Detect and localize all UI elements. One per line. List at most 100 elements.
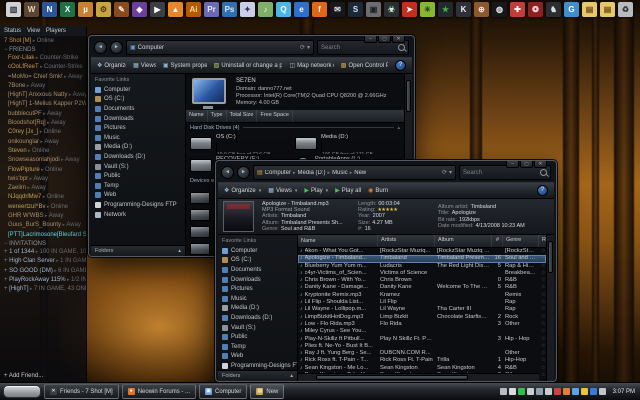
file-row[interactable]: LimpBizkitHotDog.mp3 Limp Bizkit Chocola… bbox=[298, 314, 546, 321]
refresh-icon[interactable]: ⟳ bbox=[300, 44, 305, 51]
minimize-button[interactable]: – bbox=[506, 161, 519, 168]
server-row[interactable]: High Clan Server1 IN GAME, 1/2... bbox=[0, 257, 86, 266]
desktop-icon[interactable]: ▥ bbox=[6, 2, 21, 17]
back-button[interactable]: ◄ bbox=[221, 166, 234, 179]
file-rating-star-icon[interactable] bbox=[539, 299, 546, 306]
file-row[interactable]: Blueberry Yum Yum m... Ludacris The Red … bbox=[298, 263, 546, 270]
task-button[interactable]: ▣ Computer bbox=[199, 384, 247, 399]
favorite-link[interactable]: OS (C:) bbox=[95, 95, 185, 105]
column-header[interactable]: Type bbox=[208, 110, 227, 122]
tray-icon[interactable] bbox=[563, 388, 570, 395]
device-drive-icon[interactable] bbox=[190, 243, 210, 255]
forward-button[interactable]: ► bbox=[110, 41, 123, 54]
buddy-row[interactable]: SnowseasonlahjodiAway bbox=[0, 156, 86, 165]
desktop-icon[interactable]: N bbox=[42, 2, 57, 17]
favorite-link[interactable]: Web bbox=[222, 352, 297, 362]
help-icon[interactable]: ? bbox=[395, 60, 406, 71]
desktop-icon[interactable]: X bbox=[60, 2, 75, 17]
hdd-group-header[interactable]: Hard Disk Drives (4) bbox=[186, 123, 404, 132]
favorite-link[interactable]: Downloads (D:) bbox=[222, 313, 297, 323]
favorite-link[interactable]: Pictures bbox=[95, 123, 185, 133]
file-rating-star-icon[interactable] bbox=[539, 255, 546, 262]
toolbar-button[interactable]: ❖ Organize bbox=[224, 187, 261, 194]
favorite-link[interactable]: Downloads (D:) bbox=[95, 152, 185, 162]
desktop-icon[interactable]: ☣ bbox=[384, 2, 399, 17]
favorite-link[interactable]: Media (D:) bbox=[222, 304, 297, 314]
maximize-button[interactable]: ▢ bbox=[378, 36, 391, 43]
file-rating-star-icon[interactable] bbox=[539, 292, 546, 299]
file-rating-star-icon[interactable] bbox=[539, 372, 546, 379]
file-row[interactable]: Miley Cyrus - See You... bbox=[298, 328, 546, 335]
start-button[interactable] bbox=[3, 385, 41, 398]
breadcrumb[interactable]: ▣ Computer ⟳ ▾ bbox=[126, 40, 314, 55]
toolbar-button[interactable]: ▶ Play all bbox=[335, 187, 361, 194]
toolbar-button[interactable]: ◫ Map network drive bbox=[289, 62, 333, 69]
desktop-icon[interactable]: f bbox=[312, 2, 327, 17]
desktop-icon[interactable]: e bbox=[294, 2, 309, 17]
file-row[interactable]: Chris Brown - With Yo... Chris Brown 0 R… bbox=[298, 277, 546, 284]
favorite-link[interactable]: Web bbox=[95, 191, 185, 201]
friends-group-header[interactable]: FRIENDS bbox=[0, 46, 86, 54]
desktop-icon[interactable]: ▲ bbox=[168, 2, 183, 17]
device-drive-icon[interactable] bbox=[190, 192, 210, 204]
breadcrumb-item[interactable]: New bbox=[348, 170, 367, 176]
desktop-icon[interactable]: ★ bbox=[438, 2, 453, 17]
toolbar-button[interactable]: ▦ Views bbox=[133, 62, 156, 69]
favorite-link[interactable]: OS (C:) bbox=[222, 256, 297, 266]
file-rating-star-icon[interactable] bbox=[539, 270, 546, 277]
detail-value[interactable]: 16 bbox=[365, 226, 371, 232]
toolbar-button[interactable]: ▣ System properties bbox=[163, 62, 207, 69]
file-row[interactable]: Rick Ross ft. T-Pain - T... Rick Ross Ft… bbox=[298, 357, 546, 364]
toolbar-button[interactable]: ▶ Play bbox=[304, 187, 328, 194]
self-status[interactable]: 7 Shot [M]Online bbox=[0, 36, 86, 46]
folders-band[interactable]: Folders ▴ bbox=[218, 370, 297, 381]
device-drive-icon[interactable] bbox=[190, 209, 210, 221]
favorite-link[interactable]: Vault (S:) bbox=[95, 162, 185, 172]
favorite-link[interactable]: Music bbox=[95, 133, 185, 143]
file-row[interactable]: Plies ft. Ne-Yo - Bust It B... bbox=[298, 343, 546, 350]
desktop-icon[interactable]: Ai bbox=[186, 2, 201, 17]
buddy-row[interactable]: C0rey [Jx_]Online bbox=[0, 128, 86, 137]
column-header[interactable]: Free Space bbox=[257, 110, 292, 122]
file-rating-star-icon[interactable] bbox=[539, 263, 546, 270]
menu-item[interactable]: Players bbox=[46, 28, 66, 34]
favorite-link[interactable]: Vault (S:) bbox=[222, 323, 297, 333]
add-friend-button[interactable]: + Add Friend... bbox=[4, 373, 43, 379]
desktop-icon[interactable]: ✚ bbox=[510, 2, 525, 17]
address-dropdown-icon[interactable]: ▾ bbox=[449, 169, 452, 176]
favorite-link[interactable]: Temp bbox=[222, 342, 297, 352]
file-row[interactable]: Play-N-Skillz ft Pitbull... Play N Skill… bbox=[298, 336, 546, 343]
breadcrumb-item[interactable]: Music bbox=[326, 170, 348, 176]
buddy-row[interactable]: NJqqdrlMw7Online bbox=[0, 193, 86, 202]
column-header-track[interactable]: # bbox=[492, 235, 503, 247]
favorite-link[interactable]: Documents bbox=[95, 104, 185, 114]
favorite-link[interactable]: Network bbox=[95, 210, 185, 220]
file-row[interactable]: Low - Flo Rida.mp3 Flo Rida 3 Other bbox=[298, 321, 546, 328]
buddy-row[interactable]: ZaelimAway bbox=[0, 184, 86, 193]
favorite-link[interactable]: Downloads bbox=[222, 275, 297, 285]
close-button[interactable]: ✕ bbox=[534, 161, 547, 168]
maximize-button[interactable]: ▢ bbox=[520, 161, 533, 168]
tray-icon[interactable] bbox=[536, 388, 543, 395]
address-dropdown-icon[interactable]: ▾ bbox=[307, 44, 310, 51]
favorite-link[interactable]: Temp bbox=[95, 181, 185, 191]
drive-item[interactable]: OS (C:) 10.0 GB free of 72.6 GB bbox=[190, 132, 295, 154]
desktop-icon[interactable]: ▶ bbox=[150, 2, 165, 17]
file-row[interactable]: c4yr-Victims_of_Scien... Victims of Scie… bbox=[298, 270, 546, 277]
file-rating-star-icon[interactable] bbox=[539, 343, 546, 350]
taskbar-clock[interactable]: 3:07 PM bbox=[613, 389, 635, 395]
close-button[interactable]: ✕ bbox=[392, 36, 405, 43]
buddy-row[interactable]: 7BoneAway bbox=[0, 82, 86, 91]
desktop-icon[interactable]: W bbox=[24, 2, 39, 17]
buddy-row[interactable]: onikounglarAway bbox=[0, 138, 86, 147]
file-row[interactable]: Kryptonite Remix.mp3 Kramez Remix bbox=[298, 292, 546, 299]
desktop-icon[interactable]: ✦ bbox=[240, 2, 255, 17]
favorite-link[interactable]: Computer bbox=[95, 85, 185, 95]
desktop-icon[interactable]: ♻ bbox=[618, 2, 633, 17]
file-row[interactable]: Danity Kane - Damage... Danity Kane Welc… bbox=[298, 284, 546, 291]
servers-group-header[interactable]: INVITATIONS bbox=[0, 240, 86, 248]
desktop-icon[interactable]: ⊕ bbox=[474, 2, 489, 17]
buddy-row[interactable]: [HighT] Anxxous NattyAway bbox=[0, 91, 86, 100]
scrollbar-thumb[interactable] bbox=[548, 241, 553, 273]
file-rating-star-icon[interactable] bbox=[539, 321, 546, 328]
